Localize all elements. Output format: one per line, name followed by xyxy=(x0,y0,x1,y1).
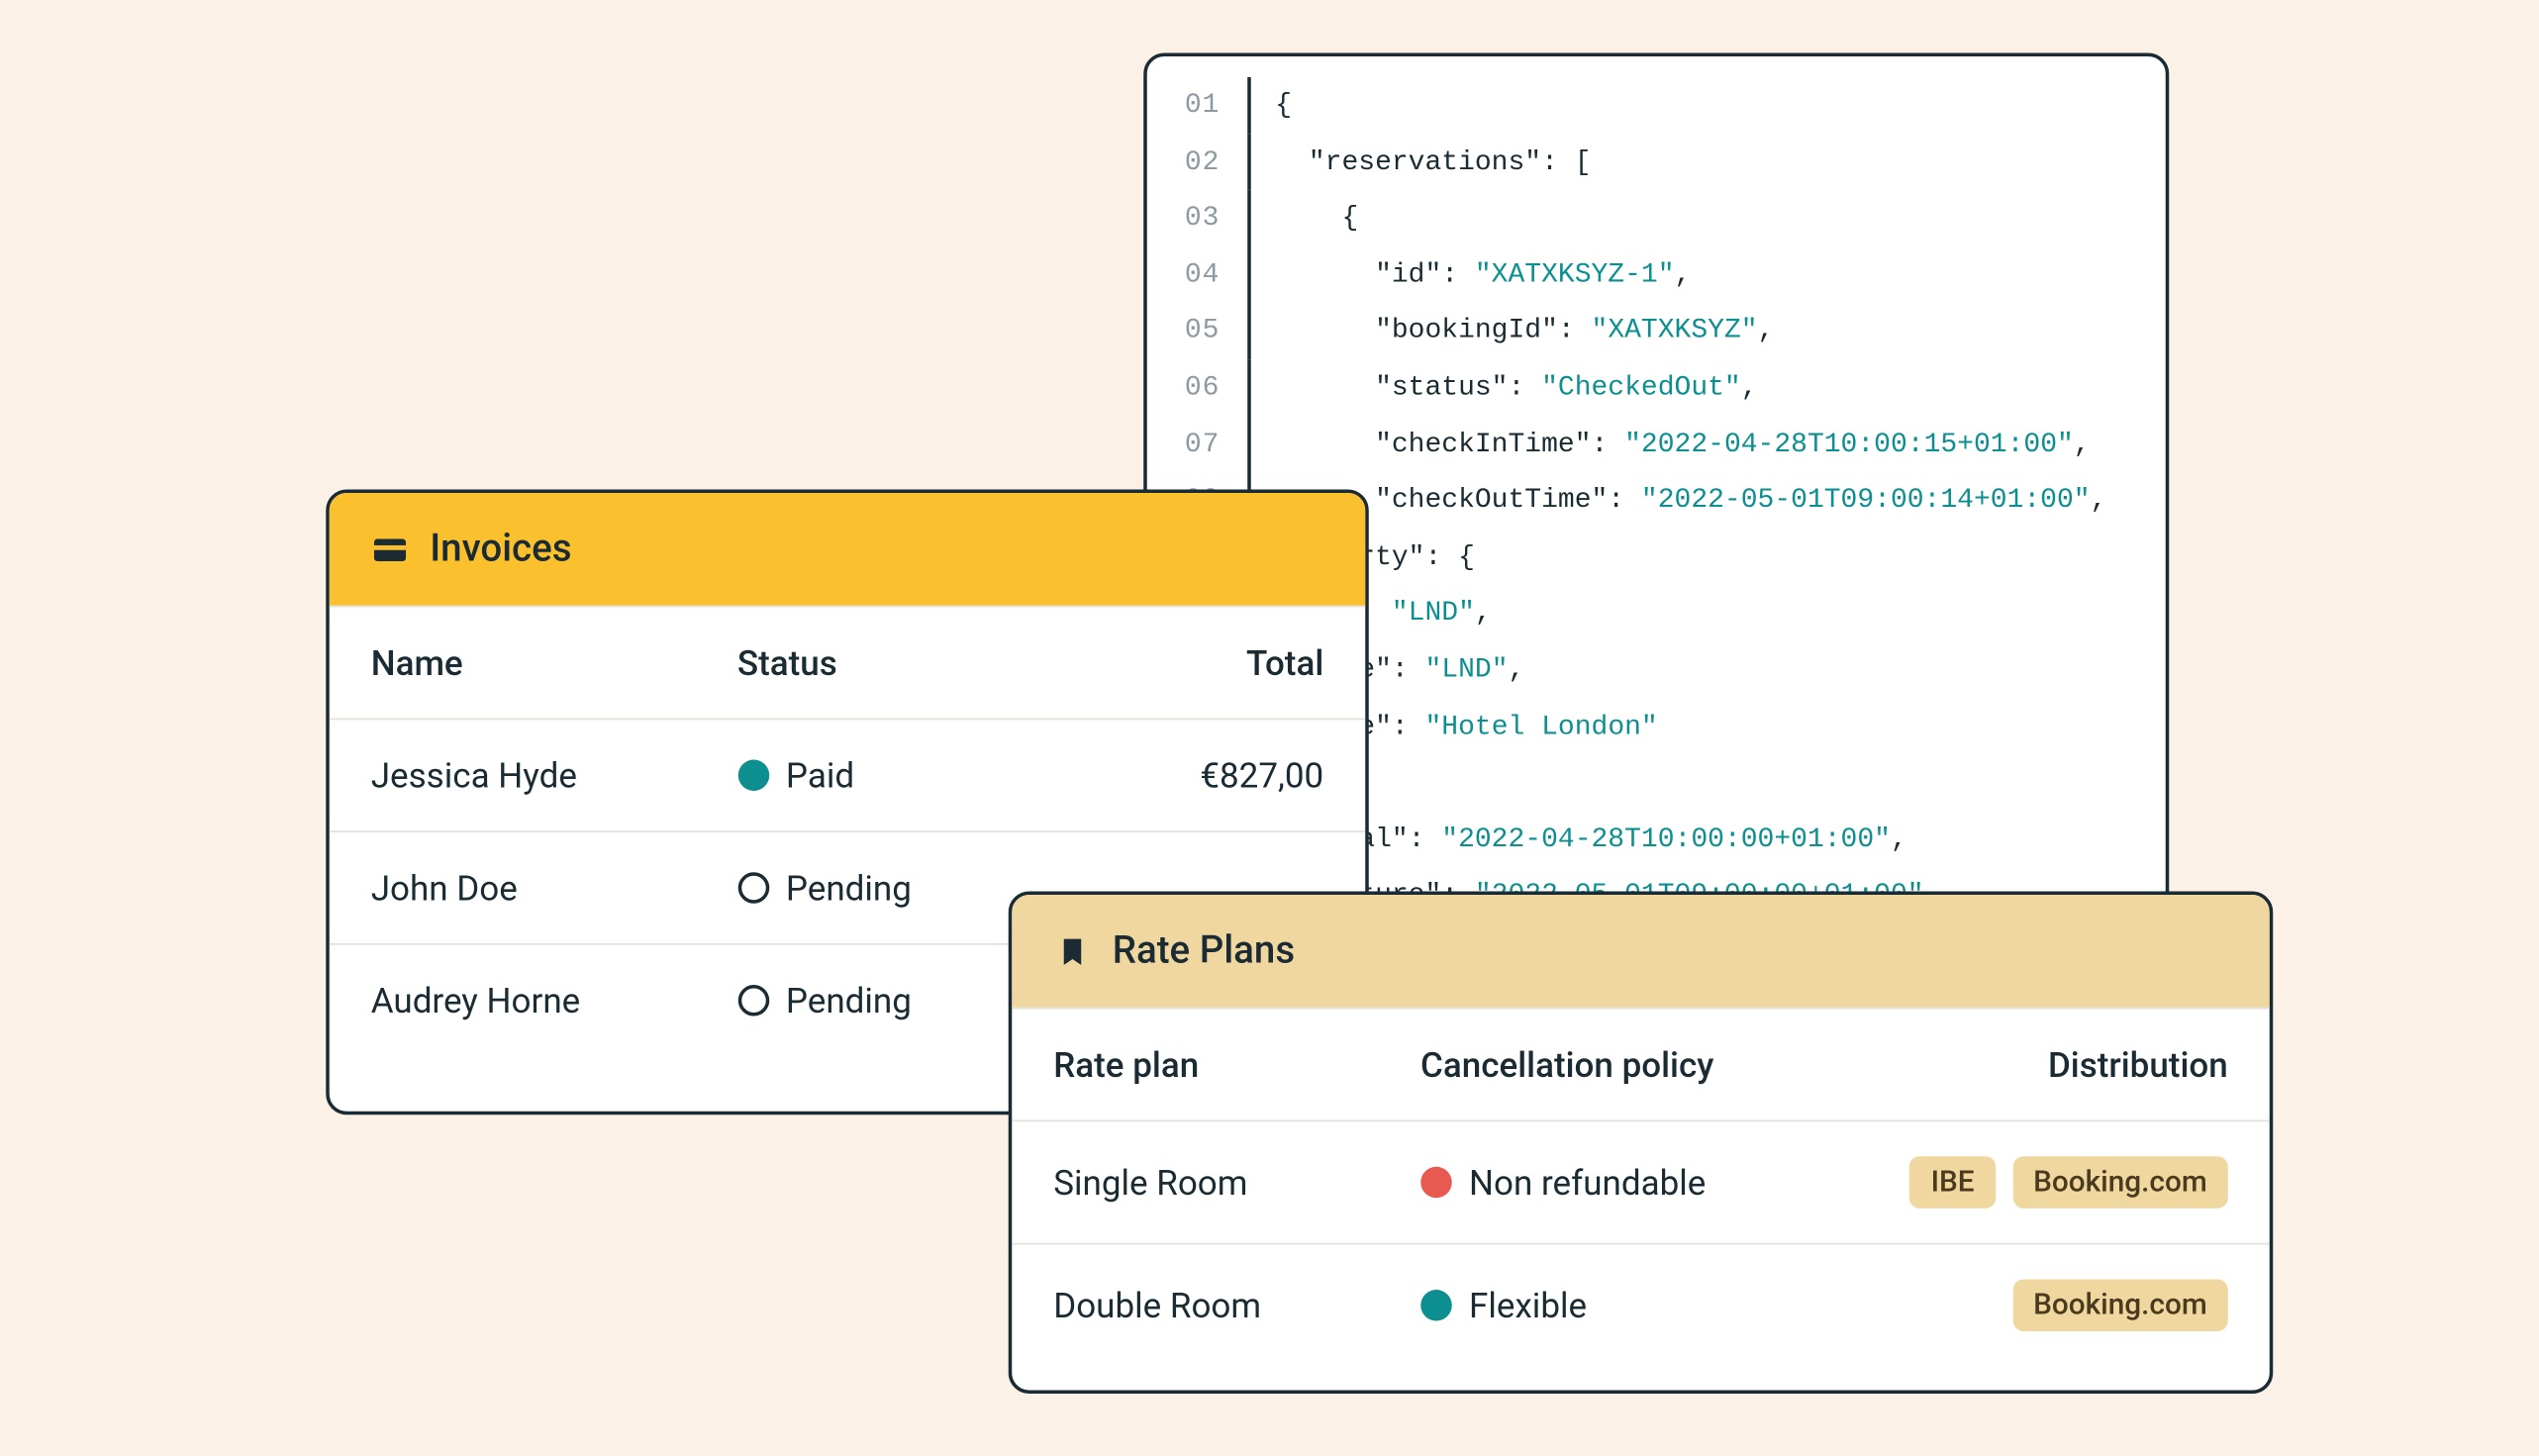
col-policy: Cancellation policy xyxy=(1420,1043,1861,1085)
line-number: 02 xyxy=(1146,134,1229,190)
code-content: arrival": "2022-04-28T10:00:00+01:00", xyxy=(1275,811,1907,867)
gutter xyxy=(1247,246,1251,303)
code-content: "checkOutTime": "2022-05-01T09:00:14+01:… xyxy=(1275,472,2106,529)
distribution-chips: Booking.com xyxy=(1860,1279,2227,1331)
code-line: 01 { xyxy=(1146,77,2165,134)
rate-plan-name: Single Room xyxy=(1053,1161,1420,1203)
credit-card-icon xyxy=(370,530,409,568)
rate-plans-title: Rate Plans xyxy=(1112,929,1294,973)
rate-plans-thead: Rate plan Cancellation policy Distributi… xyxy=(1012,1007,2270,1119)
invoices-thead: Name Status Total xyxy=(329,605,1365,718)
code-content: "reservations": [ xyxy=(1275,134,1591,190)
distribution-chip[interactable]: Booking.com xyxy=(2012,1279,2228,1331)
invoices-header: Invoices xyxy=(329,493,1365,606)
code-line: 05 "bookingId": "XATXKSYZ", xyxy=(1146,303,2165,359)
line-number: 03 xyxy=(1146,190,1229,246)
policy-text: Non refundable xyxy=(1469,1161,1706,1203)
status-text: Paid xyxy=(785,754,853,796)
code-line: 06 "status": "CheckedOut", xyxy=(1146,359,2165,416)
distribution-chip[interactable]: IBE xyxy=(1909,1156,1995,1209)
invoice-status: Paid xyxy=(736,754,1103,796)
gutter xyxy=(1247,359,1251,416)
invoice-name: John Doe xyxy=(370,867,736,909)
rate-plans-table: Rate plan Cancellation policy Distributi… xyxy=(1012,1007,2270,1365)
status-text: Pending xyxy=(785,867,911,909)
gutter xyxy=(1247,134,1251,190)
line-number: 01 xyxy=(1146,77,1229,134)
col-total: Total xyxy=(1104,641,1323,683)
invoice-name: Jessica Hyde xyxy=(370,754,736,796)
col-plan: Rate plan xyxy=(1053,1043,1420,1085)
gutter xyxy=(1247,416,1251,472)
invoice-total: €827,00 xyxy=(1104,754,1323,796)
distribution-chips: IBE Booking.com xyxy=(1860,1156,2227,1209)
code-line: 04 "id": "XATXKSYZ-1", xyxy=(1146,246,2165,303)
code-content: "id": "XATXKSYZ-1", xyxy=(1275,246,1691,303)
code-line: 03 { xyxy=(1146,190,2165,246)
status-dot-icon xyxy=(736,872,768,904)
col-name: Name xyxy=(370,641,736,683)
gutter xyxy=(1247,303,1251,359)
gutter xyxy=(1247,190,1251,246)
line-number: 07 xyxy=(1146,416,1229,472)
distribution-chip[interactable]: Booking.com xyxy=(2012,1156,2228,1209)
code-content: { xyxy=(1275,77,1292,134)
cancellation-policy: Flexible xyxy=(1420,1284,1861,1325)
rate-plan-row[interactable]: Double Room Flexible Booking.com xyxy=(1012,1242,2270,1365)
rate-plans-card: Rate Plans Rate plan Cancellation policy… xyxy=(1008,891,2273,1394)
bookmark-icon xyxy=(1053,931,1092,970)
rate-plan-name: Double Room xyxy=(1053,1284,1420,1325)
invoice-row[interactable]: Jessica Hyde Paid €827,00 xyxy=(329,718,1365,830)
status-dot-icon xyxy=(736,759,768,791)
status-dot-icon xyxy=(1420,1166,1452,1198)
status-dot-icon xyxy=(736,985,768,1017)
col-status: Status xyxy=(736,641,1103,683)
code-content: "bookingId": "XATXKSYZ", xyxy=(1275,303,1774,359)
gutter xyxy=(1247,77,1251,134)
line-number: 05 xyxy=(1146,303,1229,359)
invoice-name: Audrey Horne xyxy=(370,979,736,1020)
status-dot-icon xyxy=(1420,1290,1452,1321)
code-content: { xyxy=(1275,190,1358,246)
policy-text: Flexible xyxy=(1469,1284,1587,1325)
code-content: "status": "CheckedOut", xyxy=(1275,359,1757,416)
line-number: 06 xyxy=(1146,359,1229,416)
invoices-title: Invoices xyxy=(430,528,571,571)
code-content: "checkInTime": "2022-04-28T10:00:15+01:0… xyxy=(1275,416,2090,472)
rate-plans-header: Rate Plans xyxy=(1012,895,2270,1008)
cancellation-policy: Non refundable xyxy=(1420,1161,1861,1203)
col-dist: Distribution xyxy=(1860,1043,2227,1085)
rate-plan-row[interactable]: Single Room Non refundable IBE Booking.com xyxy=(1012,1119,2270,1242)
code-line: 02 "reservations": [ xyxy=(1146,134,2165,190)
status-text: Pending xyxy=(785,979,911,1020)
line-number: 04 xyxy=(1146,246,1229,303)
code-line: 07 "checkInTime": "2022-04-28T10:00:15+0… xyxy=(1146,416,2165,472)
